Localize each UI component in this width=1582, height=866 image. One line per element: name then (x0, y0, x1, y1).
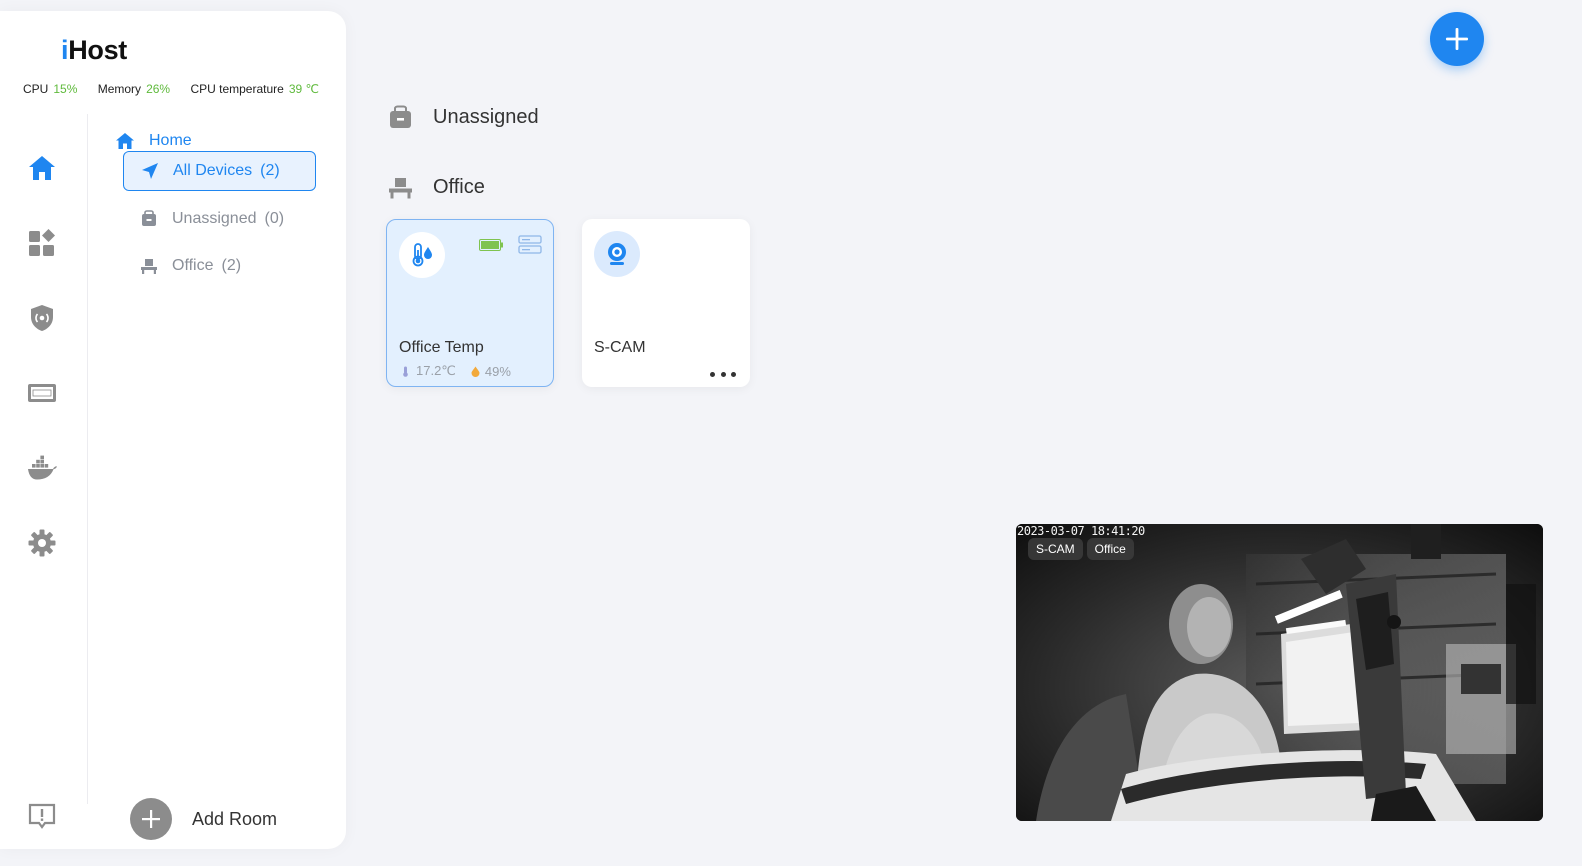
room-count: (2) (221, 257, 242, 274)
camera-icon (594, 231, 640, 277)
rail-display-icon[interactable] (26, 377, 58, 409)
add-device-button[interactable] (1430, 12, 1484, 66)
camera-device-tag: S-CAM (1028, 538, 1083, 560)
rail-divider (87, 114, 88, 804)
hub-connection-icon[interactable] (518, 235, 542, 255)
room-item-unassigned[interactable]: Unassigned (0) (123, 199, 316, 239)
device-name: S-CAM (594, 339, 646, 356)
more-options-icon[interactable] (710, 369, 736, 379)
cpu-label: CPU (23, 82, 49, 96)
rail-docker-icon[interactable] (26, 452, 58, 484)
unassigned-box-icon (142, 210, 156, 226)
droplet-icon (471, 366, 480, 377)
device-name: Office Temp (399, 339, 484, 356)
rail-settings-gear-icon[interactable] (26, 527, 58, 559)
room-item-office[interactable]: Office (2) (123, 246, 316, 286)
rail-dashboard-icon[interactable] (26, 227, 58, 259)
camera-timestamp: 2023-03-07 18:41:20 (1017, 524, 1145, 538)
cpu-temp-value: 39 ℃ (288, 82, 319, 96)
cpu-value: 15% (53, 82, 78, 96)
memory-label: Memory (97, 82, 142, 96)
add-room-button[interactable]: Add Room (130, 798, 277, 840)
rail-feedback-icon[interactable] (26, 800, 58, 832)
rail-security-icon[interactable] (26, 302, 58, 334)
humidity-reading: 49% (470, 364, 511, 379)
camera-feed-image (1016, 524, 1543, 821)
camera-room-tag: Office (1086, 538, 1134, 560)
camera-live-view[interactable]: 2023-03-07 18:41:20 S-CAM Office (1016, 524, 1543, 821)
room-count: (2) (260, 162, 280, 179)
add-room-label: Add Room (192, 808, 278, 829)
device-readings: 17.2℃ 49% (401, 363, 525, 379)
room-label: All Devices (173, 162, 253, 179)
section-title: Office (433, 176, 485, 198)
system-stats: CPU 15% Memory 26% CPU temperature 39 ℃ (23, 82, 319, 96)
section-unassigned: Unassigned (388, 105, 539, 130)
temperature-reading: 17.2℃ (401, 363, 456, 379)
section-title: Unassigned (433, 106, 539, 128)
device-card-s-cam[interactable]: S-CAM (582, 219, 750, 387)
plus-icon (1446, 28, 1468, 50)
office-desk-icon (389, 178, 412, 199)
room-item-all-devices[interactable]: All Devices (2) (123, 151, 316, 191)
location-arrow-icon (142, 163, 158, 179)
unassigned-box-icon (390, 105, 411, 128)
office-desk-icon (141, 259, 157, 274)
battery-icon (479, 239, 503, 251)
memory-value: 26% (146, 82, 171, 96)
sidebar-panel: iHost CPU 15% Memory 26% CPU temperature 39… (0, 11, 346, 849)
nav-home-label: Home (149, 132, 192, 149)
room-label: Unassigned (172, 210, 257, 227)
rail-home-icon[interactable] (26, 152, 58, 184)
room-label: Office (172, 257, 214, 274)
plus-icon (130, 798, 172, 840)
section-office: Office (388, 175, 485, 200)
temperature-humidity-icon (399, 232, 445, 278)
nav-home[interactable]: Home (115, 131, 192, 151)
device-card-office-temp[interactable]: Office Temp 17.2℃ 49% (386, 219, 554, 387)
thermometer-icon (403, 366, 408, 377)
cpu-temp-label: CPU temperature (190, 82, 284, 96)
room-count: (0) (264, 210, 285, 227)
home-icon (116, 133, 134, 149)
app-logo: iHost (61, 35, 128, 65)
camera-tags: S-CAM Office (1028, 538, 1134, 560)
